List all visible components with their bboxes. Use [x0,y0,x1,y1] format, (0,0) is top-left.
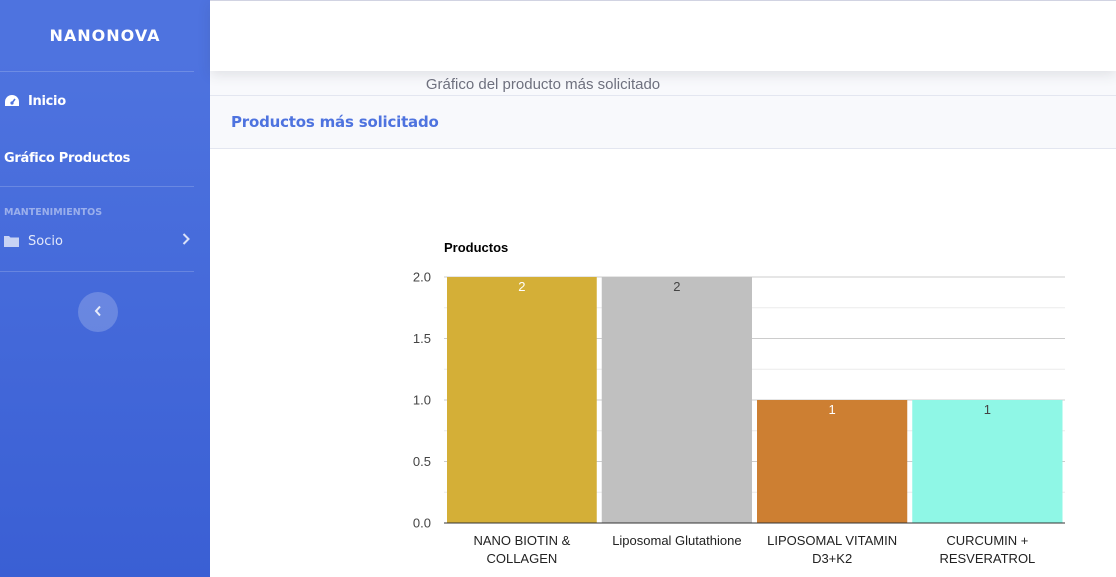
y-axis-label: Productos [444,240,508,255]
chart-bar [447,277,597,523]
x-tick-label: LIPOSOMAL VITAMIN [767,533,897,548]
chart-bar [912,400,1063,523]
bar-data-label: 1 [984,402,991,417]
x-tick-label: NANO BIOTIN & [473,533,570,548]
x-tick-label: RESVERATROL [939,551,1035,566]
bar-chart: Productos 0.0 0.5 1.0 1.5 2.0 2 NANO BIOTIN & CO… [413,240,1065,566]
x-tick-label: CURCUMIN + [946,533,1028,548]
x-tick-label: COLLAGEN [486,551,557,566]
y-tick-label: 2.0 [413,270,431,285]
bar-data-label: 2 [673,279,680,294]
x-tick-label: Liposomal Glutathione [612,533,741,548]
y-tick-label: 1.5 [413,331,431,346]
y-tick-label: 1.0 [413,393,431,408]
y-tick-label: 0.0 [413,516,431,531]
y-tick-label: 0.5 [413,454,431,469]
chart-bar [757,400,908,523]
bar-data-label: 2 [518,279,525,294]
chart-bar [601,277,752,523]
bar-data-label: 1 [829,402,836,417]
x-tick-label: D3+K2 [812,551,852,566]
